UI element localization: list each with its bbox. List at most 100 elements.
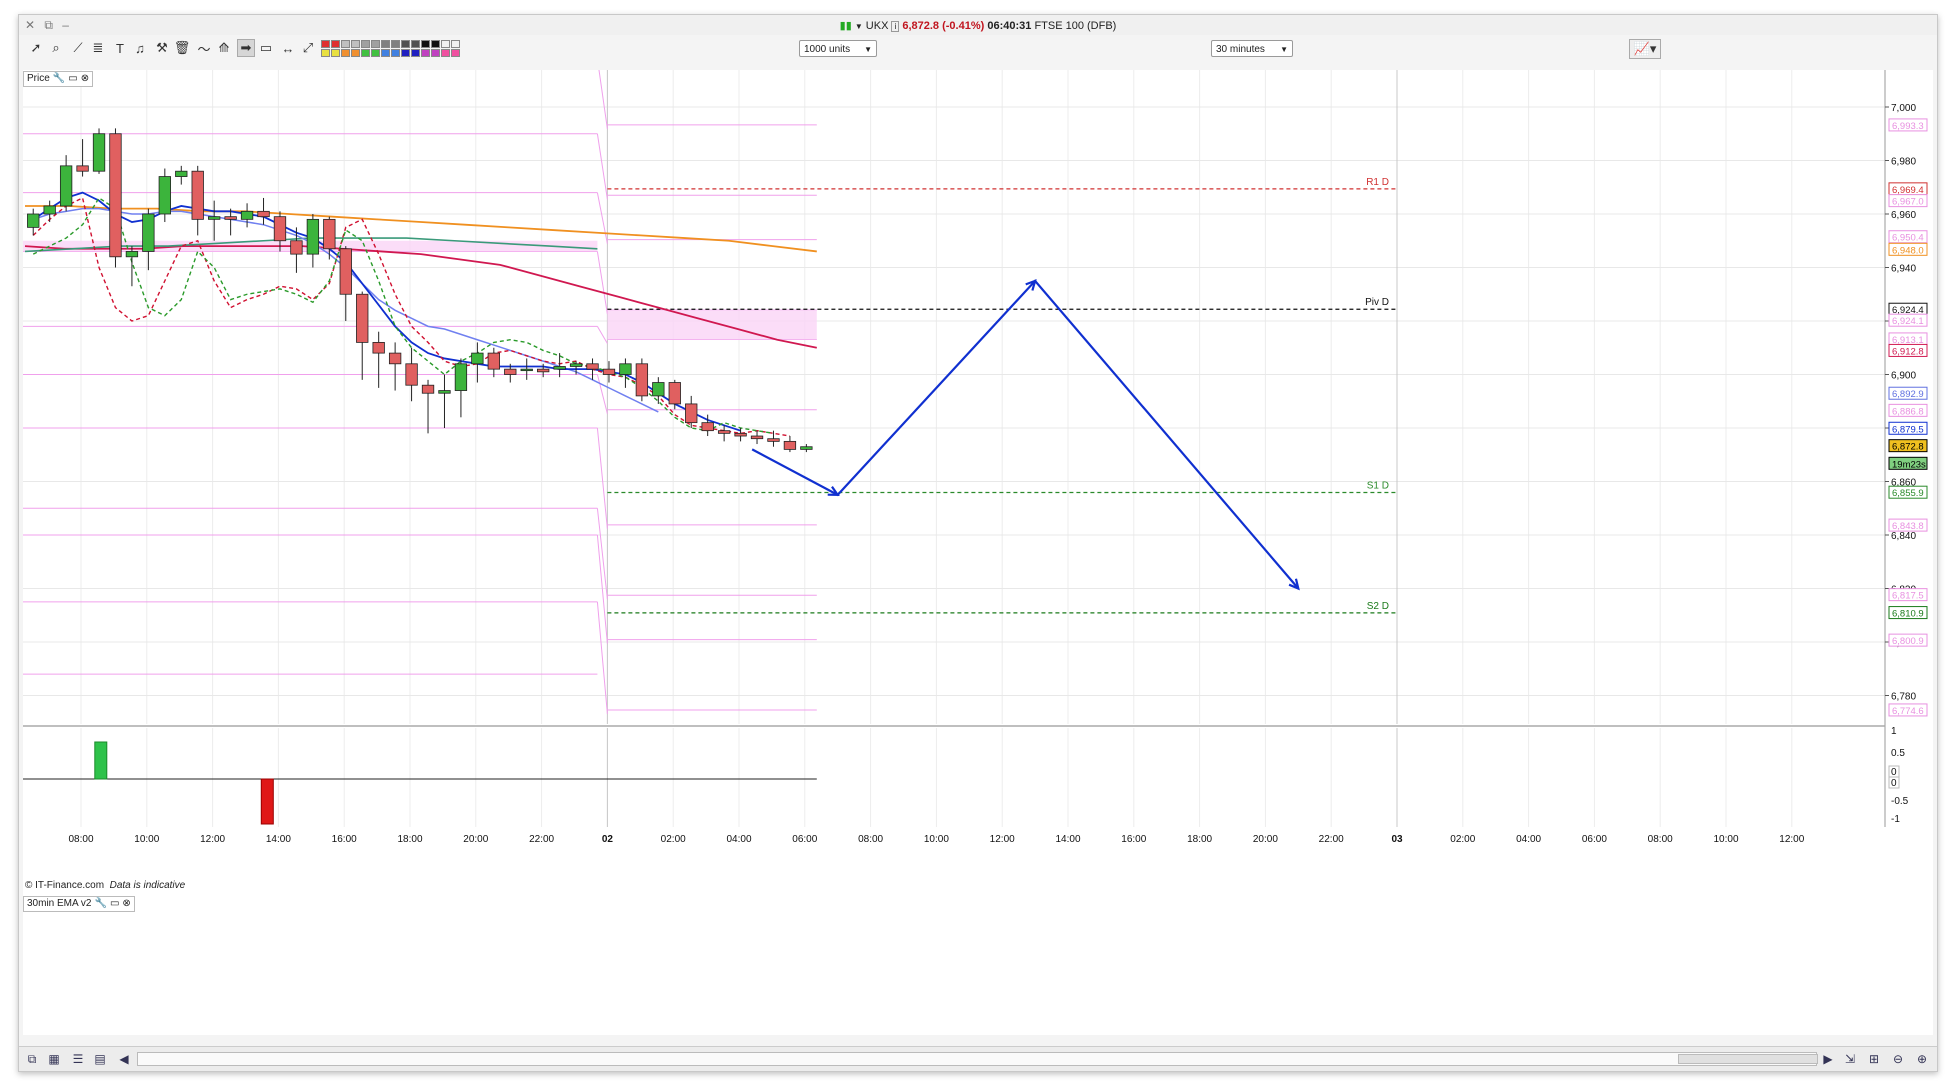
units-select[interactable]: 1000 units ▼ xyxy=(799,40,877,57)
close-icon[interactable]: ⊗ xyxy=(81,72,89,86)
text-tool-icon[interactable]: T xyxy=(111,39,129,57)
tools-icon[interactable]: ⚒ xyxy=(153,39,171,57)
pivot-band-connector xyxy=(596,326,608,344)
color-swatch[interactable] xyxy=(421,49,430,57)
info-icon[interactable]: i xyxy=(891,21,900,32)
color-swatch[interactable] xyxy=(431,49,440,57)
drawing-toolbar: ➚ ⌕ ⟋ ≣ T ♫ ⚒ 🗑 〜 ⟰ ➡ ▭ ↔ ⤢ 1000 units ▼ … xyxy=(19,39,1937,61)
time-axis-label: 10:00 xyxy=(924,834,949,845)
indicator-panel-label[interactable]: 30min EMA v2 🔧 ▭ ⊗ xyxy=(23,896,135,912)
color-swatches[interactable] xyxy=(321,40,460,58)
list-icon[interactable]: ☰ xyxy=(69,1050,87,1068)
zoom-icon[interactable]: ⌕ xyxy=(47,39,65,57)
time-axis-label: 14:00 xyxy=(266,834,291,845)
candle-body xyxy=(356,293,369,343)
color-swatch[interactable] xyxy=(381,49,390,57)
interval-select[interactable]: 30 minutes ▼ xyxy=(1211,40,1293,57)
window-icon[interactable]: ▭ xyxy=(110,897,119,911)
price-panel-label[interactable]: Price 🔧 ▭ ⊗ xyxy=(23,71,94,87)
pointer-icon[interactable]: ➚ xyxy=(27,39,45,57)
color-swatch[interactable] xyxy=(341,49,350,57)
color-swatch[interactable] xyxy=(411,49,420,57)
color-swatch[interactable] xyxy=(321,40,330,48)
scroll-right-icon[interactable]: ▶ xyxy=(1819,1050,1837,1068)
color-swatch[interactable] xyxy=(341,40,350,48)
color-swatch[interactable] xyxy=(371,40,380,48)
candle-body xyxy=(520,368,533,372)
color-swatch[interactable] xyxy=(451,40,460,48)
color-swatch[interactable] xyxy=(331,49,340,57)
color-swatch[interactable] xyxy=(441,49,450,57)
indicator-bar-red xyxy=(260,778,274,825)
alert-bell-icon[interactable]: ♫ xyxy=(131,39,149,57)
indicator-axis-label: 0.5 xyxy=(1891,748,1905,759)
trash-icon[interactable]: 🗑 xyxy=(173,39,191,57)
color-swatch[interactable] xyxy=(361,40,370,48)
fibonacci-icon[interactable]: ≣ xyxy=(89,39,107,57)
indicator-icon[interactable]: ⟰ xyxy=(215,39,233,57)
indicator-axis-label: 1 xyxy=(1891,726,1897,737)
auto-scale-icon[interactable]: ⇲ xyxy=(1841,1050,1859,1068)
price-tag-label: 6,810.9 xyxy=(1892,609,1924,620)
candle-body xyxy=(158,176,171,215)
wrench-icon[interactable]: 🔧 xyxy=(94,897,106,911)
color-swatch[interactable] xyxy=(371,49,380,57)
color-swatch[interactable] xyxy=(321,49,330,57)
color-swatch[interactable] xyxy=(351,49,360,57)
candle-body xyxy=(454,363,468,391)
color-swatch[interactable] xyxy=(391,49,400,57)
ray-line-icon[interactable]: ⤢ xyxy=(299,39,317,57)
shape-tool-icon[interactable]: ▭ xyxy=(257,39,275,57)
layout-icon[interactable]: ▦ xyxy=(45,1050,63,1068)
color-swatch[interactable] xyxy=(401,40,410,48)
color-swatch[interactable] xyxy=(441,40,450,48)
time-axis-label: 22:00 xyxy=(1319,834,1344,845)
pivot-band-connector xyxy=(596,133,608,200)
fit-icon[interactable]: ⊞ xyxy=(1865,1050,1883,1068)
arrow-tool-icon[interactable]: ➡ xyxy=(237,39,255,57)
close-icon[interactable]: ⊗ xyxy=(122,897,130,911)
chart-area[interactable]: R1 D Piv D S1 D S2 D 7,000 6,980 6,960 6,940 6,9… xyxy=(23,58,1933,1035)
candle-body xyxy=(175,170,188,177)
time-axis-label: 10:00 xyxy=(134,834,159,845)
window-icon[interactable]: ▭ xyxy=(68,72,77,86)
dropdown-arrow-icon[interactable]: ▼ xyxy=(855,22,863,31)
color-swatch[interactable] xyxy=(391,40,400,48)
price-tag-label: 6,800.9 xyxy=(1892,636,1924,647)
price-tag-label: 6,892.9 xyxy=(1892,389,1924,400)
candle-body xyxy=(569,363,583,367)
new-chart-icon[interactable]: ⧉ xyxy=(23,1050,41,1068)
horizontal-scrollbar[interactable] xyxy=(137,1052,1818,1066)
color-swatch[interactable] xyxy=(431,40,440,48)
candle-body xyxy=(586,363,599,370)
color-swatch[interactable] xyxy=(381,40,390,48)
color-swatch[interactable] xyxy=(401,49,410,57)
zoom-in-icon[interactable]: ⊕ xyxy=(1913,1050,1931,1068)
candle-body xyxy=(767,438,780,442)
color-swatch[interactable] xyxy=(351,40,360,48)
candle-body xyxy=(372,341,385,354)
zoom-out-icon[interactable]: ⊖ xyxy=(1889,1050,1907,1068)
price-tag-label: 6,774.6 xyxy=(1892,706,1924,717)
chart-svg[interactable]: R1 D Piv D S1 D S2 D 7,000 6,980 6,960 6,940 6,9… xyxy=(23,58,1933,1035)
horizontal-line-icon[interactable]: ↔ xyxy=(279,39,297,57)
color-swatch[interactable] xyxy=(421,40,430,48)
price-axis-label: 6,980 xyxy=(1891,157,1916,168)
time-axis-label: 14:00 xyxy=(1055,834,1080,845)
color-swatch[interactable] xyxy=(451,49,460,57)
scroll-left-icon[interactable]: ◀ xyxy=(115,1050,133,1068)
chart-settings-icon[interactable]: 📈▾ xyxy=(1629,39,1661,59)
grid-icon[interactable]: ▤ xyxy=(91,1050,109,1068)
pivot-line-label: S1 D xyxy=(1367,480,1389,491)
candle-body xyxy=(734,432,747,437)
scroll-thumb[interactable] xyxy=(1678,1054,1818,1064)
time-axis-label: 12:00 xyxy=(990,834,1015,845)
wrench-icon[interactable]: 🔧 xyxy=(53,72,65,86)
chart-type-icon[interactable]: ▮▮ xyxy=(840,20,852,32)
trendline-icon[interactable]: ⟋ xyxy=(69,39,87,57)
color-swatch[interactable] xyxy=(331,40,340,48)
line-chart-icon[interactable]: 〜 xyxy=(195,39,213,57)
color-swatch[interactable] xyxy=(361,49,370,57)
color-swatch[interactable] xyxy=(411,40,420,48)
candle-body xyxy=(273,216,287,242)
